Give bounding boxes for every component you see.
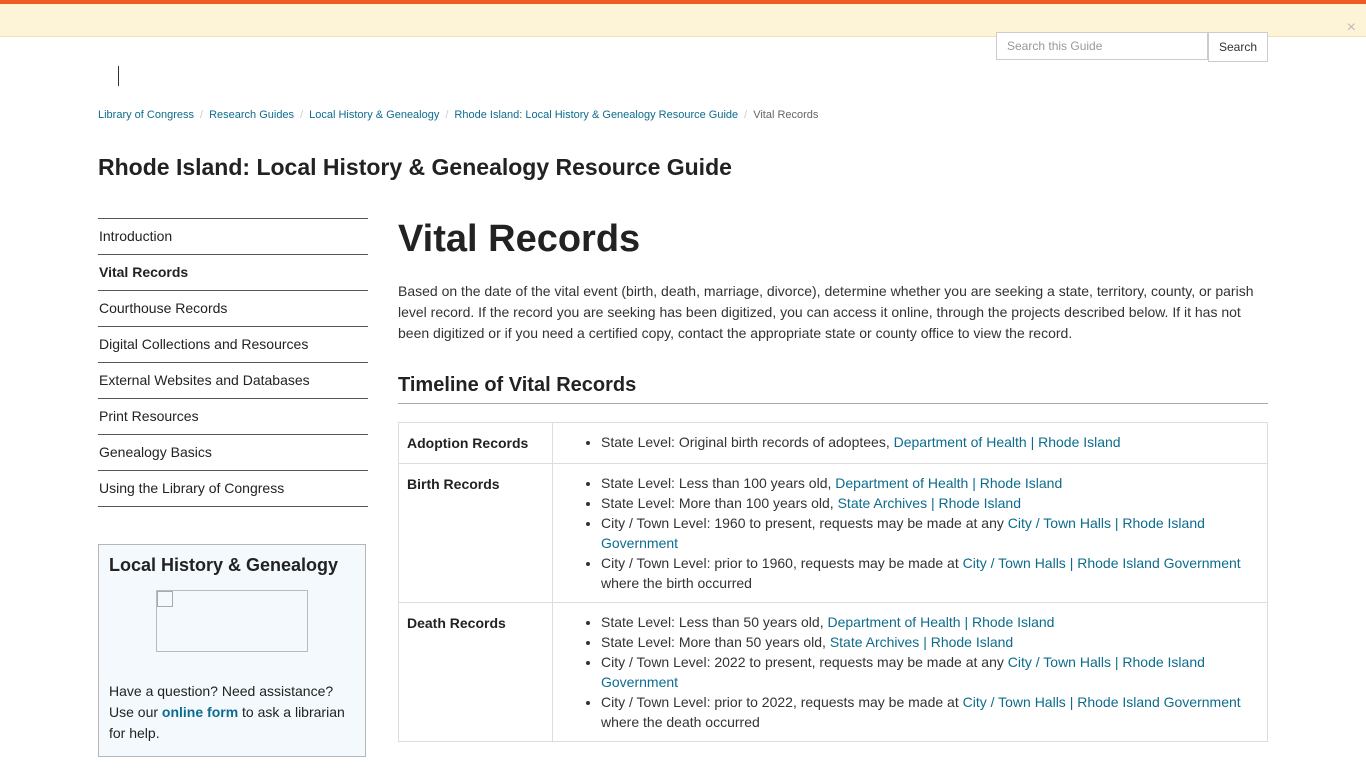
records-table: Adoption Records State Level: Original b… bbox=[398, 422, 1268, 742]
close-icon[interactable]: × bbox=[1347, 20, 1356, 36]
table-row: Adoption Records State Level: Original b… bbox=[398, 422, 1268, 464]
record-text: State Level: More than 50 years old, bbox=[601, 634, 830, 650]
list-item: City / Town Level: prior to 2022, reques… bbox=[601, 692, 1259, 732]
record-link[interactable]: Department of Health | Rhode Island bbox=[894, 434, 1121, 450]
table-row: Death Records State Level: Less than 50 … bbox=[398, 602, 1268, 742]
record-details: State Level: Less than 100 years old, De… bbox=[552, 463, 1268, 603]
table-row: Birth Records State Level: Less than 100… bbox=[398, 463, 1268, 603]
record-text: City / Town Level: prior to 2022, reques… bbox=[601, 694, 963, 710]
text-cursor bbox=[118, 66, 119, 86]
sidebar-item-vital-records[interactable]: Vital Records bbox=[98, 255, 368, 291]
breadcrumb-link-guide[interactable]: Rhode Island: Local History & Genealogy … bbox=[454, 109, 738, 121]
guide-navigation: Introduction Vital Records Courthouse Re… bbox=[98, 218, 368, 507]
broken-image-icon bbox=[157, 591, 173, 607]
breadcrumb: Library of Congress / Research Guides / Loca… bbox=[98, 109, 818, 121]
list-item: State Level: Original birth records of a… bbox=[601, 432, 1259, 452]
sidebar-item-print-resources[interactable]: Print Resources bbox=[98, 399, 368, 435]
list-item: State Level: More than 100 years old, St… bbox=[601, 493, 1259, 513]
intro-paragraph: Based on the date of the vital event (bi… bbox=[398, 283, 1254, 341]
online-form-link[interactable]: online form bbox=[162, 704, 238, 720]
record-link[interactable]: Department of Health | Rhode Island bbox=[835, 475, 1062, 491]
record-link[interactable]: City / Town Halls | Rhode Island Governm… bbox=[963, 694, 1241, 710]
record-type-label: Birth Records bbox=[398, 463, 553, 603]
record-text: State Level: Less than 50 years old, bbox=[601, 614, 828, 630]
help-box: Local History & Genealogy Have a questio… bbox=[98, 544, 366, 757]
list-item: City / Town Level: 1960 to present, requ… bbox=[601, 513, 1259, 553]
breadcrumb-separator: / bbox=[445, 109, 449, 121]
record-link[interactable]: City / Town Halls | Rhode Island Governm… bbox=[963, 555, 1241, 571]
record-text-after: where the birth occurred bbox=[601, 575, 752, 591]
sidebar-item-courthouse-records[interactable]: Courthouse Records bbox=[98, 291, 368, 327]
breadcrumb-link-loc[interactable]: Library of Congress bbox=[98, 109, 194, 121]
guide-title: Rhode Island: Local History & Genealogy … bbox=[98, 154, 732, 180]
sidebar-item-external-websites[interactable]: External Websites and Databases bbox=[98, 363, 368, 399]
list-item: City / Town Level: 2022 to present, requ… bbox=[601, 652, 1259, 692]
list-item: City / Town Level: prior to 1960, reques… bbox=[601, 553, 1259, 593]
breadcrumb-separator: / bbox=[300, 109, 304, 121]
record-text-after: where the death occurred bbox=[601, 714, 760, 730]
record-type-label: Adoption Records bbox=[398, 422, 553, 464]
record-link[interactable]: Department of Health | Rhode Island bbox=[827, 614, 1054, 630]
record-text: City / Town Level: 2022 to present, requ… bbox=[601, 654, 1008, 670]
help-box-title: Local History & Genealogy bbox=[109, 555, 339, 575]
section-heading: Timeline of Vital Records bbox=[398, 374, 1268, 404]
breadcrumb-link-local-history[interactable]: Local History & Genealogy bbox=[309, 109, 439, 121]
sidebar-item-using-loc[interactable]: Using the Library of Congress bbox=[98, 471, 368, 507]
record-text: City / Town Level: prior to 1960, reques… bbox=[601, 555, 963, 571]
record-text: State Level: Original birth records of a… bbox=[601, 434, 894, 450]
record-link[interactable]: State Archives | Rhode Island bbox=[830, 634, 1013, 650]
sidebar-item-introduction[interactable]: Introduction bbox=[98, 219, 368, 255]
record-details: State Level: Less than 50 years old, Dep… bbox=[552, 602, 1268, 742]
breadcrumb-separator: / bbox=[200, 109, 204, 121]
record-type-label: Death Records bbox=[398, 602, 553, 742]
help-box-text: Have a question? Need assistance? Use ou… bbox=[109, 681, 355, 744]
search-button[interactable]: Search bbox=[1208, 32, 1268, 62]
record-text: State Level: More than 100 years old, bbox=[601, 495, 838, 511]
page-heading: Vital Records bbox=[398, 218, 641, 260]
sidebar-item-genealogy-basics[interactable]: Genealogy Basics bbox=[98, 435, 368, 471]
record-text: State Level: Less than 100 years old, bbox=[601, 475, 836, 491]
broken-image bbox=[156, 590, 308, 652]
list-item: State Level: Less than 50 years old, Dep… bbox=[601, 612, 1259, 632]
record-text: City / Town Level: 1960 to present, requ… bbox=[601, 515, 1008, 531]
search-input[interactable] bbox=[996, 32, 1208, 60]
record-details: State Level: Original birth records of a… bbox=[552, 422, 1268, 464]
breadcrumb-link-research-guides[interactable]: Research Guides bbox=[209, 109, 294, 121]
list-item: State Level: Less than 100 years old, De… bbox=[601, 473, 1259, 493]
breadcrumb-separator: / bbox=[744, 109, 748, 121]
list-item: State Level: More than 50 years old, Sta… bbox=[601, 632, 1259, 652]
sidebar-item-digital-collections[interactable]: Digital Collections and Resources bbox=[98, 327, 368, 363]
record-link[interactable]: State Archives | Rhode Island bbox=[838, 495, 1021, 511]
breadcrumb-current: Vital Records bbox=[753, 109, 819, 121]
